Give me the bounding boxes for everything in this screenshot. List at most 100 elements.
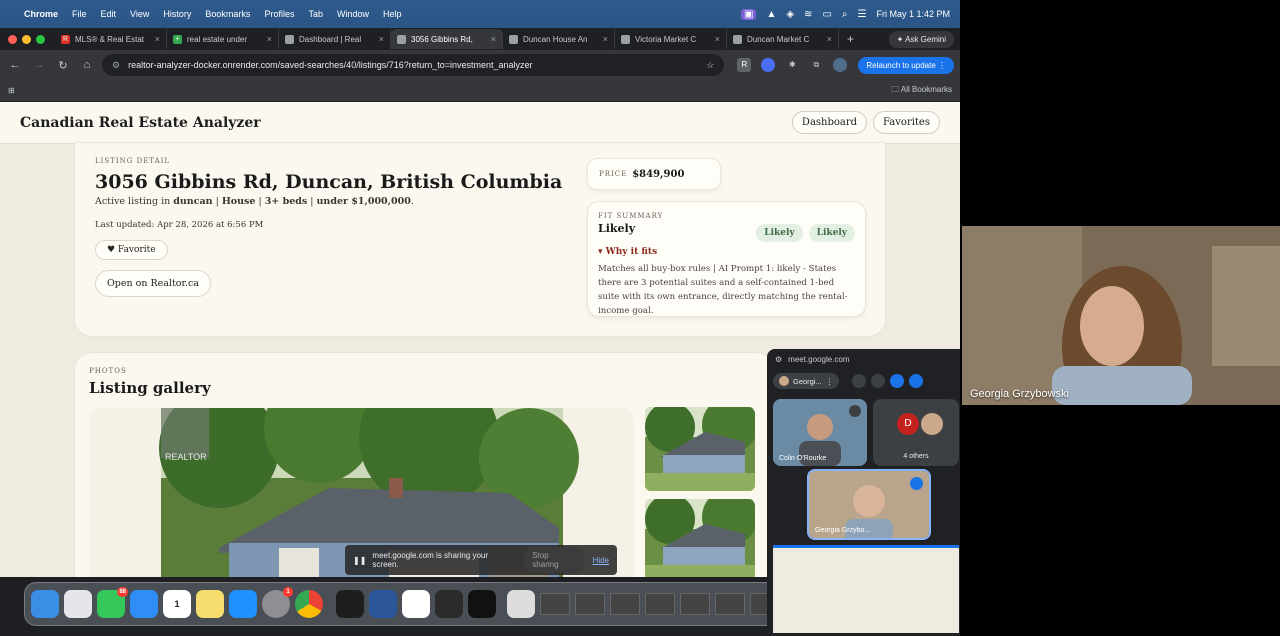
url-text[interactable]: realtor-analyzer-docker.onrender.com/sav…: [128, 60, 532, 70]
menu-help[interactable]: Help: [383, 9, 402, 19]
launchpad-icon[interactable]: [64, 590, 92, 618]
menu-edit[interactable]: Edit: [101, 9, 117, 19]
preview-icon[interactable]: [507, 590, 535, 618]
browser-tab[interactable]: Duncan House An ×: [503, 29, 615, 49]
triangle-app-icon[interactable]: [468, 590, 496, 618]
search-icon[interactable]: ⌕: [842, 9, 848, 20]
calendar-icon[interactable]: 1: [163, 590, 191, 618]
forward-arrow-icon[interactable]: →: [30, 59, 48, 71]
tab-close-icon[interactable]: ×: [155, 34, 160, 44]
terminal-icon[interactable]: [336, 590, 364, 618]
minimized-window[interactable]: [715, 593, 745, 615]
tab-close-icon[interactable]: ×: [491, 34, 496, 44]
minimized-window[interactable]: [610, 593, 640, 615]
minimized-window[interactable]: [645, 593, 675, 615]
effects-icon[interactable]: [890, 374, 905, 388]
hide-share-bar-button[interactable]: Hide: [593, 556, 609, 565]
menu-bookmarks[interactable]: Bookmarks: [205, 9, 250, 19]
control-center-icon[interactable]: ☰: [858, 9, 867, 20]
extensions-puzzle-icon[interactable]: ✱: [785, 58, 799, 72]
nav-dashboard-button[interactable]: Dashboard: [791, 111, 868, 134]
stop-sharing-button[interactable]: Stop sharing: [524, 547, 585, 573]
minimize-window-icon[interactable]: [22, 34, 31, 44]
all-bookmarks-button[interactable]: 🗀 All Bookmarks: [891, 84, 952, 98]
slack-icon[interactable]: [402, 590, 430, 618]
menubar-status-area: ▣ ▲ ◈ ≋ ▭ ⌕ ☰ Fri May 1 1:42 PM: [740, 8, 950, 20]
favorite-button[interactable]: ♥ Favorite: [95, 240, 168, 260]
self-view-chip[interactable]: Georgi... ⋮: [773, 373, 840, 389]
back-arrow-icon[interactable]: ←: [6, 59, 24, 71]
apps-grid-icon[interactable]: ⊞: [8, 86, 15, 95]
menu-view[interactable]: View: [130, 9, 149, 19]
profile-avatar-icon[interactable]: [833, 58, 848, 72]
finder-icon[interactable]: [31, 590, 59, 618]
extension-r-icon[interactable]: R: [737, 58, 752, 72]
address-bar[interactable]: ⚙ realtor-analyzer-docker.onrender.com/s…: [102, 54, 725, 76]
open-realtor-button[interactable]: Open on Realtor.ca: [95, 270, 212, 297]
minimized-window[interactable]: [540, 593, 570, 615]
fit-eyebrow: FIT SUMMARY: [598, 212, 664, 220]
cube-app-icon[interactable]: [435, 590, 463, 618]
browser-tab[interactable]: R MLS® & Real Estat ×: [55, 29, 167, 49]
word-icon[interactable]: [369, 590, 397, 618]
browser-tab[interactable]: Duncan Market C ×: [727, 29, 839, 49]
shield-icon[interactable]: ◈: [786, 9, 794, 20]
menu-profiles[interactable]: Profiles: [264, 9, 294, 19]
extension-blue-icon[interactable]: [761, 58, 776, 72]
minimized-window[interactable]: [575, 593, 605, 615]
why-it-fits-toggle[interactable]: ▾ Why it fits: [598, 247, 855, 257]
app-brand[interactable]: Canadian Real Estate Analyzer: [20, 115, 261, 131]
reload-icon[interactable]: ↻: [54, 59, 72, 72]
system-settings-icon[interactable]: 1: [262, 587, 293, 618]
minimized-window[interactable]: [680, 593, 710, 615]
zoom-window-icon[interactable]: [36, 34, 45, 44]
battery-icon[interactable]: ▭: [822, 9, 831, 20]
fit-summary-box: FIT SUMMARY Likely Likely Likely ▾ Why i…: [587, 201, 866, 317]
site-info-icon[interactable]: ⚙: [112, 60, 120, 71]
mac-menubar: Chrome File Edit View History Bookmarks …: [0, 0, 960, 28]
gallery-thumbnail[interactable]: [645, 499, 755, 577]
browser-tab[interactable]: + real estate under ×: [167, 29, 279, 49]
close-window-icon[interactable]: [8, 34, 17, 44]
bookmark-star-icon[interactable]: ☆: [706, 60, 714, 71]
messages-icon[interactable]: 88: [97, 587, 128, 618]
mail-icon[interactable]: [130, 590, 158, 618]
menu-chrome[interactable]: Chrome: [24, 9, 58, 19]
camera-off-icon[interactable]: [871, 374, 886, 388]
nav-favorites-button[interactable]: Favorites: [873, 111, 940, 134]
ask-gemini-button[interactable]: ✦ Ask Gemini: [888, 30, 954, 48]
chrome-icon[interactable]: [295, 590, 323, 618]
tab-close-icon[interactable]: ×: [715, 34, 720, 44]
tab-title: Victoria Market C: [635, 34, 697, 44]
record-icon[interactable]: [852, 374, 867, 388]
menu-history[interactable]: History: [163, 9, 191, 19]
relaunch-button[interactable]: Relaunch to update ⋮: [858, 56, 954, 74]
home-icon[interactable]: ⌂: [78, 59, 96, 71]
tab-close-icon[interactable]: ×: [267, 34, 272, 44]
participant-tile-georgia[interactable]: Georgia Grzybo...: [807, 469, 931, 540]
tab-close-icon[interactable]: ×: [379, 34, 384, 44]
gallery-header: PHOTOS Listing gallery: [89, 367, 211, 397]
menu-tab[interactable]: Tab: [308, 9, 323, 19]
participant-tile-others[interactable]: D 4 others: [873, 399, 959, 466]
menu-window[interactable]: Window: [337, 9, 369, 19]
browser-tab[interactable]: 3056 Gibbins Rd, ×: [391, 29, 503, 49]
shared-screen-preview: [773, 545, 959, 633]
browser-tab[interactable]: Dashboard | Real ×: [279, 29, 391, 49]
notes-icon[interactable]: [196, 590, 224, 618]
app-store-icon[interactable]: [229, 590, 257, 618]
menu-file[interactable]: File: [72, 9, 87, 19]
screen-share-icon[interactable]: ▣: [740, 8, 757, 20]
participant-tile-colin[interactable]: Colin O'Rourke: [773, 399, 867, 466]
notch-icon[interactable]: ▲: [766, 9, 776, 20]
gallery-thumbnail[interactable]: [645, 407, 755, 491]
clock[interactable]: Fri May 1 1:42 PM: [876, 9, 950, 19]
tab-close-icon[interactable]: ×: [603, 34, 608, 44]
listing-address: 3056 Gibbins Rd, Duncan, British Columbi…: [95, 171, 563, 193]
tab-search-icon[interactable]: ⧉: [809, 58, 823, 72]
gemini-icon[interactable]: [909, 374, 924, 388]
tab-close-icon[interactable]: ×: [827, 34, 832, 44]
wifi-icon[interactable]: ≋: [804, 9, 812, 20]
browser-tab[interactable]: Victoria Market C ×: [615, 29, 727, 49]
new-tab-plus-icon[interactable]: +: [847, 32, 854, 46]
